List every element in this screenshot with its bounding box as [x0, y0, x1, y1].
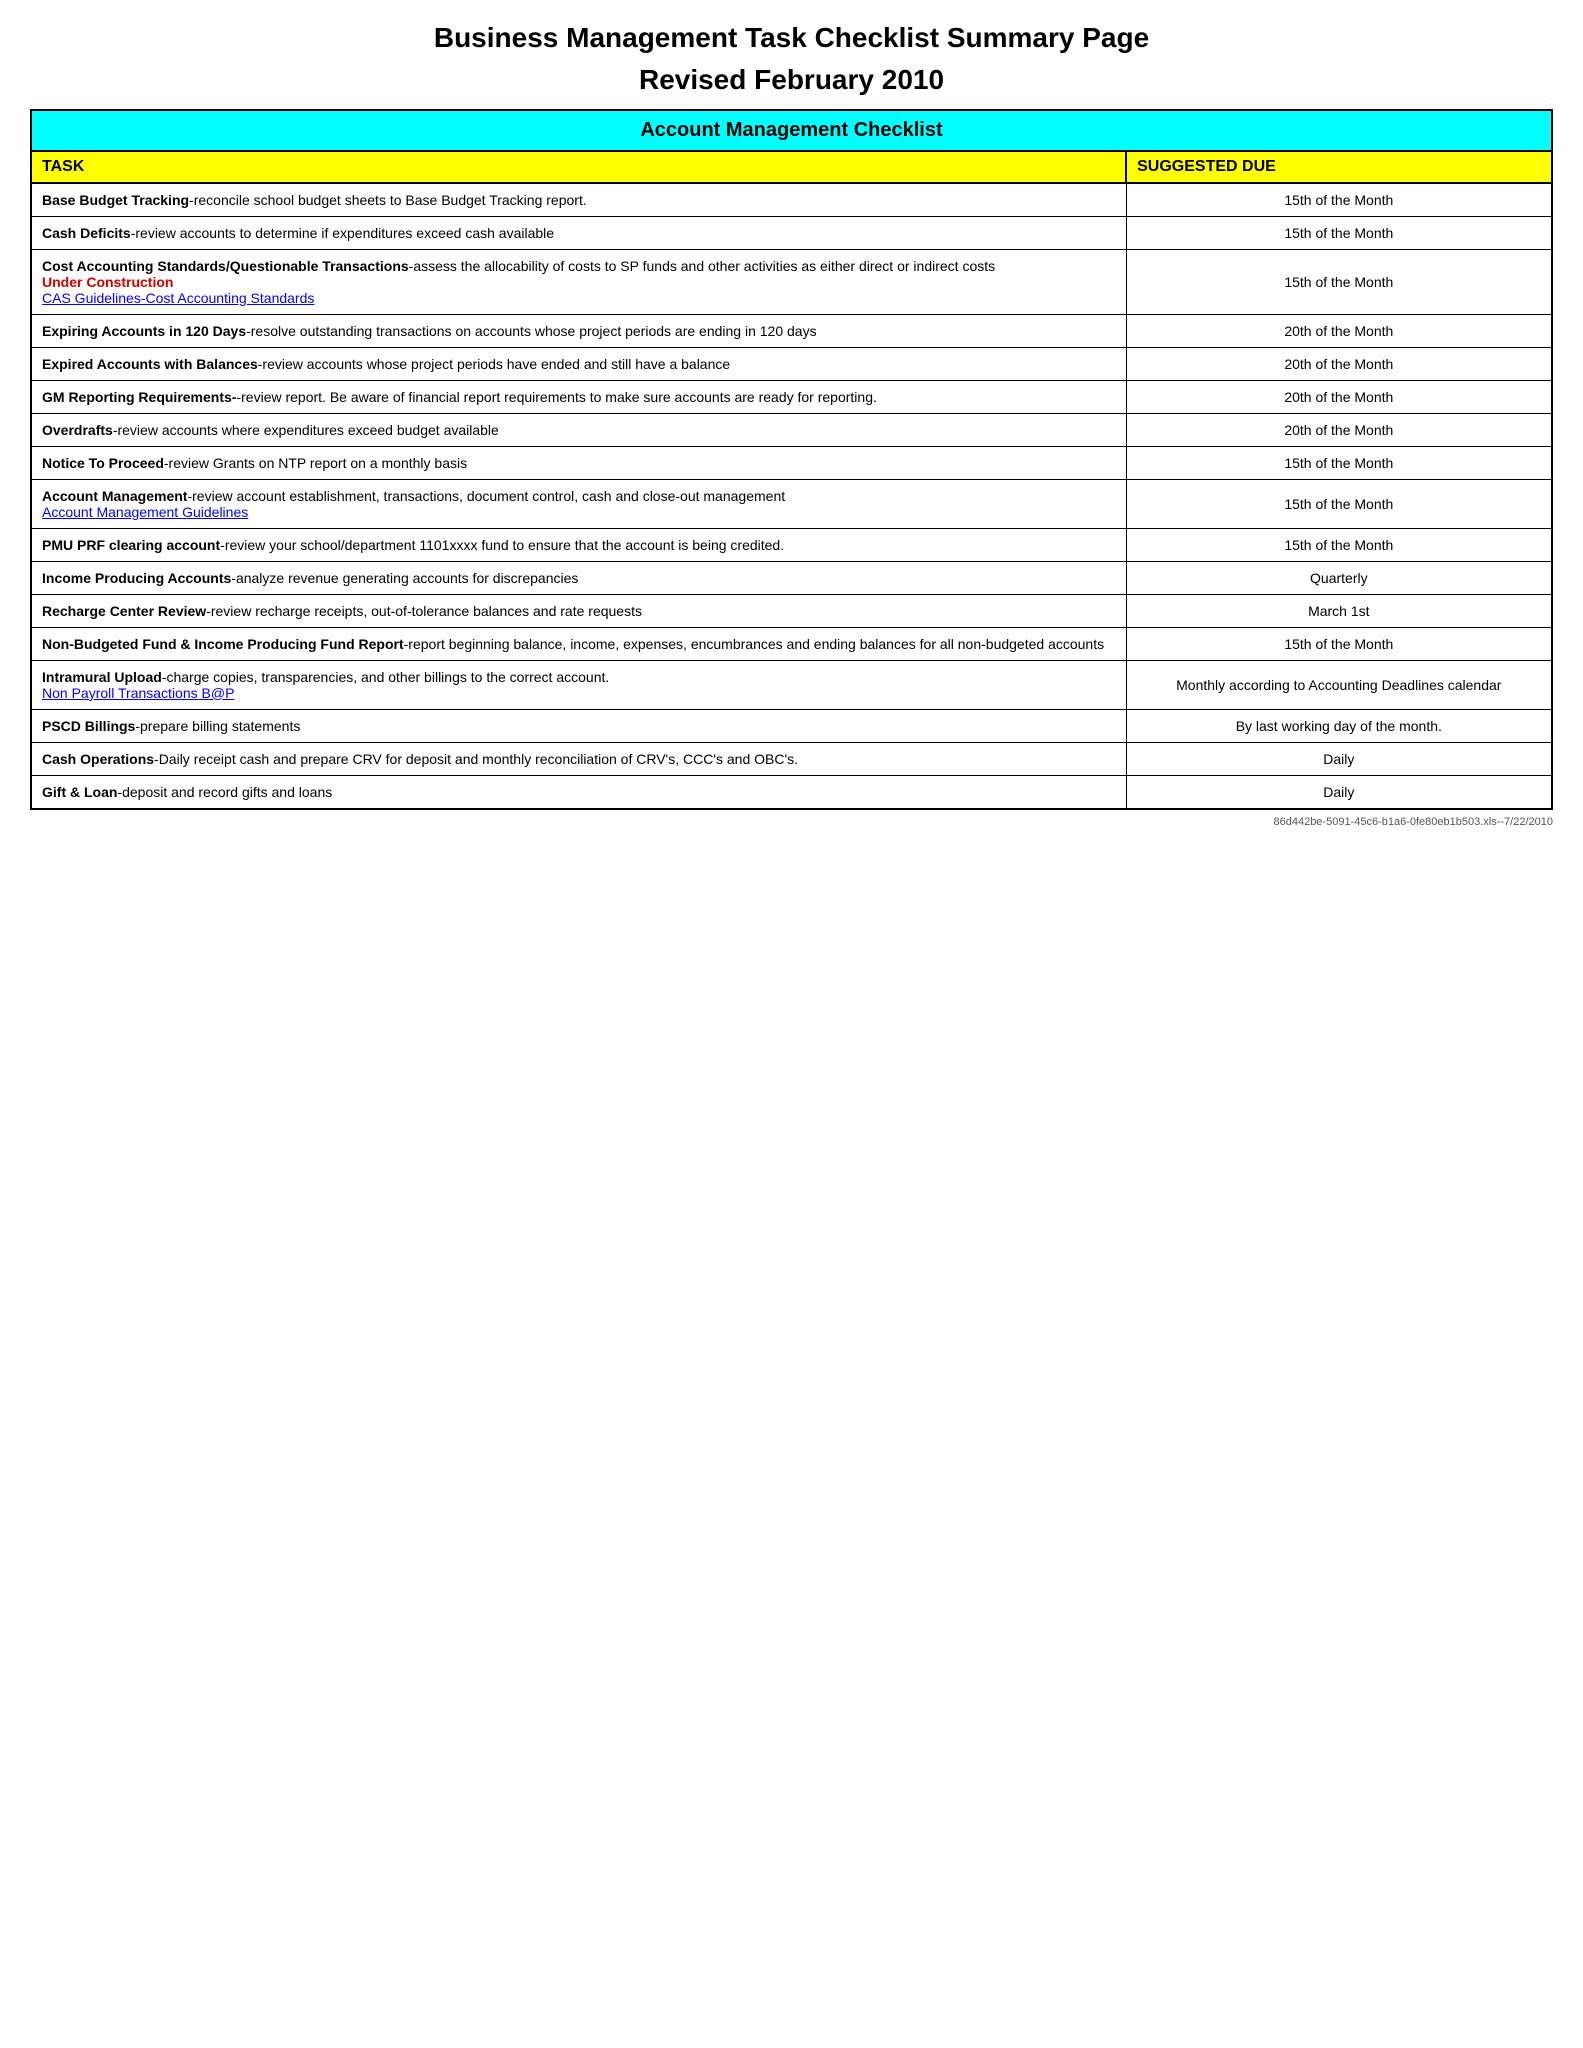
task-bold-text: GM Reporting Requirements-	[42, 389, 236, 405]
table-row: Expired Accounts with Balances-review ac…	[31, 347, 1552, 380]
main-table: Account Management Checklist TASK SUGGES…	[30, 109, 1553, 810]
task-normal-text: -analyze revenue generating accounts for…	[231, 570, 578, 586]
task-normal-text: -deposit and record gifts and loans	[117, 784, 332, 800]
due-cell: Monthly according to Accounting Deadline…	[1126, 660, 1552, 709]
task-bold-text: Cash Operations	[42, 751, 154, 767]
task-normal-text: -review recharge receipts, out-of-tolera…	[206, 603, 642, 619]
task-normal-text: -review accounts whose project periods h…	[258, 356, 730, 372]
table-row: Income Producing Accounts-analyze revenu…	[31, 561, 1552, 594]
task-cell: Expiring Accounts in 120 Days-resolve ou…	[31, 314, 1126, 347]
task-normal-text: -review accounts to determine if expendi…	[131, 225, 554, 241]
task-normal-text: -review accounts where expenditures exce…	[113, 422, 499, 438]
table-row: PSCD Billings-prepare billing statements…	[31, 709, 1552, 742]
task-cell: Intramural Upload-charge copies, transpa…	[31, 660, 1126, 709]
task-normal-text: -review report. Be aware of financial re…	[236, 389, 876, 405]
task-bold-text: Intramural Upload	[42, 669, 162, 685]
due-cell: 20th of the Month	[1126, 380, 1552, 413]
task-bold-text: Cash Deficits	[42, 225, 131, 241]
due-cell: 15th of the Month	[1126, 479, 1552, 528]
task-cell: Cash Deficits-review accounts to determi…	[31, 216, 1126, 249]
due-cell: March 1st	[1126, 594, 1552, 627]
footer: 86d442be-5091-45c6-b1a6-0fe80eb1b503.xls…	[30, 816, 1553, 828]
table-row: Overdrafts-review accounts where expendi…	[31, 413, 1552, 446]
table-row: Intramural Upload-charge copies, transpa…	[31, 660, 1552, 709]
due-cell: Quarterly	[1126, 561, 1552, 594]
task-normal-text: -prepare billing statements	[135, 718, 300, 734]
table-row: Cost Accounting Standards/Questionable T…	[31, 249, 1552, 314]
table-row: Recharge Center Review-review recharge r…	[31, 594, 1552, 627]
due-cell: 15th of the Month	[1126, 627, 1552, 660]
task-cell: Cash Operations-Daily receipt cash and p…	[31, 742, 1126, 775]
table-row: Expiring Accounts in 120 Days-resolve ou…	[31, 314, 1552, 347]
due-cell: 15th of the Month	[1126, 446, 1552, 479]
checklist-header-row: Account Management Checklist	[31, 110, 1552, 151]
col-due-header: SUGGESTED DUE	[1126, 151, 1552, 183]
task-bold-text: Notice To Proceed	[42, 455, 164, 471]
table-row: Cash Operations-Daily receipt cash and p…	[31, 742, 1552, 775]
due-cell: 20th of the Month	[1126, 314, 1552, 347]
task-normal-text: -reconcile school budget sheets to Base …	[189, 192, 587, 208]
task-normal-text: -report beginning balance, income, expen…	[404, 636, 1104, 652]
task-bold-text: Gift & Loan	[42, 784, 117, 800]
task-bold-text: PSCD Billings	[42, 718, 135, 734]
task-normal-text: -resolve outstanding transactions on acc…	[246, 323, 816, 339]
task-cell: Gift & Loan-deposit and record gifts and…	[31, 775, 1126, 809]
col-task-header: TASK	[31, 151, 1126, 183]
table-row: Base Budget Tracking-reconcile school bu…	[31, 183, 1552, 217]
task-normal-text: -review your school/department 1101xxxx …	[220, 537, 784, 553]
under-construction-label: Under Construction	[42, 274, 173, 290]
task-normal-text: -charge copies, transparencies, and othe…	[162, 669, 609, 685]
task-cell: Cost Accounting Standards/Questionable T…	[31, 249, 1126, 314]
table-row: PMU PRF clearing account-review your sch…	[31, 528, 1552, 561]
table-row: GM Reporting Requirements--review report…	[31, 380, 1552, 413]
task-normal-text: -Daily receipt cash and prepare CRV for …	[154, 751, 798, 767]
task-link[interactable]: Non Payroll Transactions B@P	[42, 685, 234, 701]
due-cell: 20th of the Month	[1126, 347, 1552, 380]
due-cell: 15th of the Month	[1126, 249, 1552, 314]
task-bold-text: Income Producing Accounts	[42, 570, 231, 586]
table-row: Account Management-review account establ…	[31, 479, 1552, 528]
table-row: Gift & Loan-deposit and record gifts and…	[31, 775, 1552, 809]
task-link[interactable]: CAS Guidelines-Cost Accounting Standards	[42, 290, 314, 306]
table-row: Notice To Proceed-review Grants on NTP r…	[31, 446, 1552, 479]
due-cell: Daily	[1126, 742, 1552, 775]
table-row: Cash Deficits-review accounts to determi…	[31, 216, 1552, 249]
task-bold-text: Base Budget Tracking	[42, 192, 189, 208]
page-title: Business Management Task Checklist Summa…	[30, 20, 1553, 99]
task-cell: Income Producing Accounts-analyze revenu…	[31, 561, 1126, 594]
task-bold-text: Expired Accounts with Balances	[42, 356, 258, 372]
task-cell: Recharge Center Review-review recharge r…	[31, 594, 1126, 627]
due-cell: 15th of the Month	[1126, 183, 1552, 217]
column-header-row: TASK SUGGESTED DUE	[31, 151, 1552, 183]
task-bold-text: Recharge Center Review	[42, 603, 206, 619]
task-normal-text: -review Grants on NTP report on a monthl…	[164, 455, 467, 471]
task-normal-text: -assess the allocability of costs to SP …	[409, 258, 995, 274]
task-cell: PMU PRF clearing account-review your sch…	[31, 528, 1126, 561]
task-bold-text: PMU PRF clearing account	[42, 537, 220, 553]
task-cell: PSCD Billings-prepare billing statements	[31, 709, 1126, 742]
task-cell: Non-Budgeted Fund & Income Producing Fun…	[31, 627, 1126, 660]
task-cell: GM Reporting Requirements--review report…	[31, 380, 1126, 413]
task-bold-text: Non-Budgeted Fund & Income Producing Fun…	[42, 636, 404, 652]
due-cell: 15th of the Month	[1126, 528, 1552, 561]
task-bold-text: Expiring Accounts in 120 Days	[42, 323, 246, 339]
task-bold-text: Overdrafts	[42, 422, 113, 438]
due-cell: Daily	[1126, 775, 1552, 809]
task-bold-text: Account Management	[42, 488, 187, 504]
task-normal-text: -review account establishment, transacti…	[187, 488, 785, 504]
task-cell: Expired Accounts with Balances-review ac…	[31, 347, 1126, 380]
task-cell: Overdrafts-review accounts where expendi…	[31, 413, 1126, 446]
due-cell: 15th of the Month	[1126, 216, 1552, 249]
task-cell: Notice To Proceed-review Grants on NTP r…	[31, 446, 1126, 479]
task-cell: Account Management-review account establ…	[31, 479, 1126, 528]
table-row: Non-Budgeted Fund & Income Producing Fun…	[31, 627, 1552, 660]
checklist-header: Account Management Checklist	[31, 110, 1552, 151]
task-bold-text: Cost Accounting Standards/Questionable T…	[42, 258, 409, 274]
task-link[interactable]: Account Management Guidelines	[42, 504, 248, 520]
due-cell: 20th of the Month	[1126, 413, 1552, 446]
due-cell: By last working day of the month.	[1126, 709, 1552, 742]
task-cell: Base Budget Tracking-reconcile school bu…	[31, 183, 1126, 217]
